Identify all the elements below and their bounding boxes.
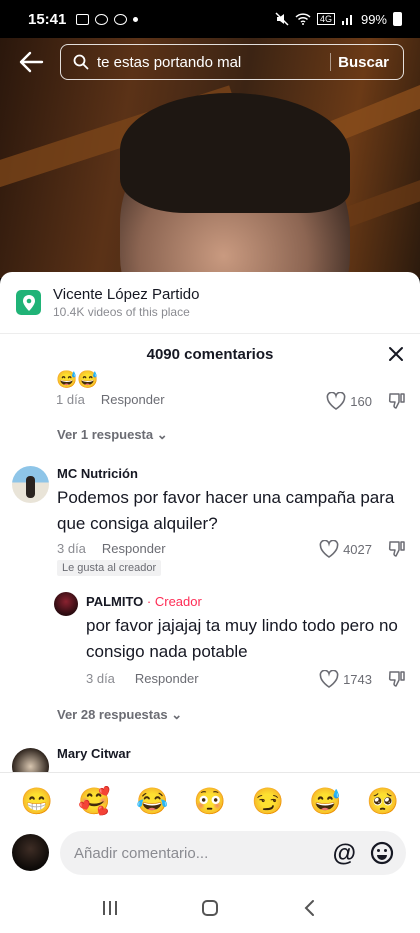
battery-icon bbox=[393, 12, 402, 26]
whatsapp-icon bbox=[95, 13, 109, 25]
back-arrow-icon[interactable] bbox=[18, 50, 44, 74]
avatar[interactable] bbox=[12, 466, 49, 503]
search-query: te estas portando mal bbox=[97, 53, 242, 71]
comment-meta: 1 día Responder bbox=[56, 392, 165, 407]
gallery-icon bbox=[76, 13, 90, 25]
mention-icon[interactable]: @ bbox=[333, 840, 356, 868]
comments-count: 4090 comentarios bbox=[146, 345, 274, 363]
home-icon[interactable] bbox=[201, 899, 219, 917]
mute-icon bbox=[275, 12, 289, 26]
emoji-picker-icon[interactable] bbox=[370, 841, 394, 865]
comment-list: 😅😅 1 día Responder 160 Ver 1 respuesta ⌄… bbox=[0, 368, 420, 772]
comment-input[interactable]: Añadir comentario... @ bbox=[60, 831, 406, 875]
location-pin-icon bbox=[16, 290, 41, 315]
comment-username[interactable]: MC Nutrición bbox=[57, 466, 138, 481]
status-bar: 15:41 4G 99% bbox=[0, 0, 420, 38]
emoji-joy[interactable]: 😂 bbox=[136, 786, 168, 817]
heart-icon bbox=[326, 392, 346, 410]
like-button[interactable]: 160 bbox=[326, 392, 372, 410]
like-count: 4027 bbox=[343, 541, 372, 557]
reply-meta: 3 día Responder bbox=[86, 671, 199, 686]
reply-text: por favor jajajaj ta muy lindo todo pero… bbox=[86, 616, 398, 661]
reply-button[interactable]: Responder bbox=[101, 392, 165, 407]
comment-age: 1 día bbox=[56, 392, 85, 407]
like-button[interactable]: 4027 bbox=[319, 540, 372, 558]
comment-emoji-text: 😅😅 bbox=[56, 370, 99, 389]
emoji-flushed[interactable]: 😳 bbox=[194, 786, 226, 817]
wifi-icon bbox=[295, 13, 311, 25]
reply-button[interactable]: Responder bbox=[102, 541, 166, 556]
reply-avatar[interactable] bbox=[54, 592, 78, 616]
emoji-smirk[interactable]: 😏 bbox=[251, 786, 283, 817]
like-button[interactable]: 1743 bbox=[319, 670, 372, 688]
comment-username[interactable]: Mary Citwar bbox=[57, 746, 131, 761]
comment-input-row: Añadir comentario... @ bbox=[0, 826, 420, 882]
view-replies-button[interactable]: Ver 28 respuestas ⌄ bbox=[57, 707, 182, 723]
notification-dot-icon bbox=[133, 16, 139, 22]
view-replies-button[interactable]: Ver 1 respuesta ⌄ bbox=[57, 427, 168, 443]
comment-meta: 3 día Responder bbox=[57, 541, 166, 556]
search-icon bbox=[73, 54, 89, 70]
search-divider bbox=[330, 53, 331, 71]
dislike-icon[interactable] bbox=[388, 540, 406, 558]
reply-button[interactable]: Responder bbox=[135, 671, 199, 686]
close-icon[interactable] bbox=[386, 344, 406, 364]
reply-username[interactable]: PALMITO · Creador bbox=[86, 594, 202, 609]
reply-age: 3 día bbox=[86, 671, 115, 686]
emoji-sweat-smile[interactable]: 😅 bbox=[309, 786, 341, 817]
lte-icon: 4G bbox=[316, 13, 335, 25]
battery-percent: 99% bbox=[360, 11, 387, 27]
dislike-icon[interactable] bbox=[388, 392, 406, 410]
football-icon bbox=[114, 13, 128, 25]
emoji-pleading[interactable]: 🥺 bbox=[367, 786, 399, 817]
creator-tag: Creador bbox=[154, 594, 202, 609]
emoji-grin[interactable]: 😁 bbox=[21, 786, 53, 817]
place-subtitle: 10.4K videos of this place bbox=[53, 305, 190, 319]
search-button[interactable]: Buscar bbox=[338, 54, 389, 71]
status-time: 15:41 bbox=[28, 10, 67, 28]
emoji-quick-bar: 😁 🥰 😂 😳 😏 😅 🥺 bbox=[0, 772, 420, 830]
signal-icon bbox=[341, 15, 352, 25]
recent-apps-icon[interactable] bbox=[101, 899, 119, 917]
dislike-icon[interactable] bbox=[388, 670, 406, 688]
heart-icon bbox=[319, 540, 339, 558]
heart-icon bbox=[319, 670, 339, 688]
emoji-love[interactable]: 🥰 bbox=[78, 786, 110, 817]
back-icon[interactable] bbox=[301, 899, 319, 917]
system-nav-bar bbox=[0, 882, 420, 933]
comment-age: 3 día bbox=[57, 541, 86, 556]
avatar[interactable] bbox=[12, 748, 49, 772]
place-banner[interactable]: Vicente López Partido 10.4K videos of th… bbox=[0, 272, 420, 334]
search-input[interactable]: te estas portando mal Buscar bbox=[60, 44, 404, 80]
liked-by-creator-badge: Le gusta al creador bbox=[57, 560, 162, 576]
comment-input-placeholder: Añadir comentario... bbox=[74, 844, 209, 862]
my-avatar bbox=[12, 834, 49, 871]
comment-text: Podemos por favor hacer una campaña para… bbox=[57, 488, 395, 533]
place-name: Vicente López Partido bbox=[53, 286, 200, 303]
like-count: 1743 bbox=[343, 671, 372, 687]
search-row: te estas portando mal Buscar bbox=[0, 42, 420, 82]
like-count: 160 bbox=[350, 393, 372, 409]
